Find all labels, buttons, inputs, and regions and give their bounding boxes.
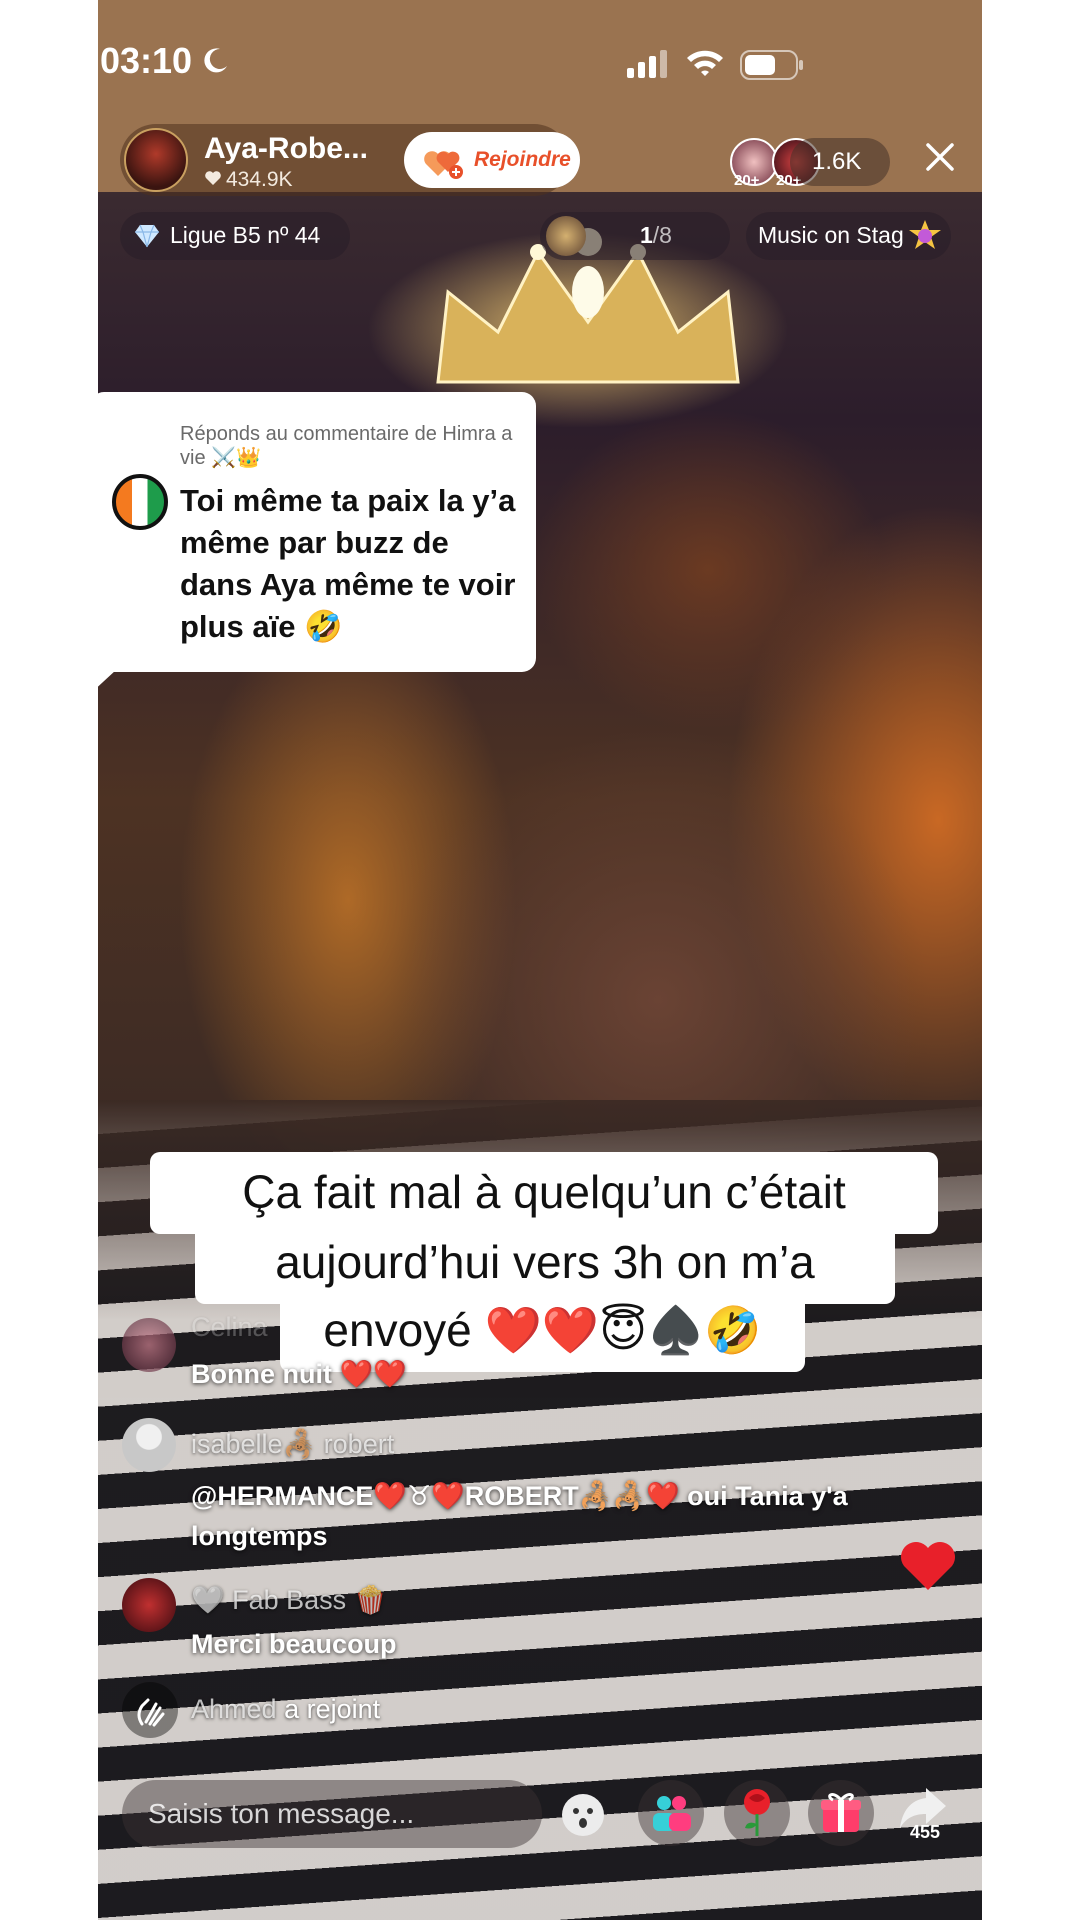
host-info-pill[interactable]: Aya-Robe... 434.9K Rejoindre	[120, 124, 580, 196]
rose-gift-button[interactable]	[724, 1780, 790, 1846]
rank-total: /8	[652, 222, 672, 248]
join-event-user: Ahmed	[191, 1694, 277, 1724]
chat-username[interactable]: isabelle🦂 robert	[191, 1428, 394, 1460]
viewer-count: 1.6K	[812, 148, 862, 175]
reply-comment-card[interactable]: Réponds au commentaire de Himra a vie ⚔️…	[90, 392, 536, 694]
gift-icon	[821, 1793, 861, 1832]
join-button[interactable]: Rejoindre	[404, 132, 580, 188]
chat-avatar[interactable]	[122, 1578, 176, 1632]
wifi-icon	[687, 50, 723, 76]
host-likes-row: 434.9K	[204, 168, 293, 192]
reply-text: Toi même ta paix la y’a même par buzz de…	[180, 483, 516, 644]
cellular-signal-icon	[627, 50, 667, 78]
waving-hand-icon	[137, 1698, 165, 1727]
chat-username[interactable]: Celina	[191, 1312, 268, 1343]
status-time: 03:10	[100, 40, 193, 81]
battery-icon	[740, 50, 803, 80]
multi-guest-button[interactable]	[638, 1780, 704, 1846]
moon-icon	[204, 48, 227, 73]
heart-icon	[205, 171, 221, 185]
viewer-count-pill[interactable]: 1.6K	[790, 138, 890, 186]
host-avatar[interactable]	[124, 128, 188, 192]
rank-current: 1	[640, 222, 653, 248]
league-pill[interactable]: Ligue B5 nº 44	[120, 212, 350, 260]
host-name: Aya-Robe...	[204, 132, 368, 165]
chat-message: Merci beaucoup	[191, 1629, 397, 1659]
music-stage-icon	[909, 220, 941, 249]
ranking-pill[interactable]: 1/8	[540, 212, 730, 260]
reply-context: Réponds au commentaire de Himra a vie ⚔️…	[180, 423, 513, 469]
ranking-thumbnail	[546, 216, 586, 256]
join-label: Rejoindre	[474, 148, 571, 171]
chat-username[interactable]: 🤍 Fab Bass 🍿	[191, 1584, 387, 1616]
league-label: Ligue B5 nº 44	[170, 222, 321, 248]
emoji-icon[interactable]	[560, 1792, 606, 1838]
floating-heart-icon	[901, 1542, 955, 1590]
commenter-avatar	[112, 474, 168, 530]
chat-avatar[interactable]	[122, 1418, 176, 1472]
join-event-text: Ahmed a rejoint	[191, 1694, 380, 1725]
rose-icon	[744, 1789, 770, 1836]
diamond-icon	[135, 224, 159, 248]
chat-message: @HERMANCE❤️♉❤️ROBERT🦂🦂❤️ oui Tania y'a l…	[191, 1481, 848, 1551]
join-event-action: a rejoint	[284, 1694, 381, 1724]
join-hearts-icon	[424, 151, 463, 179]
chat-message: Bonne nuit ❤️❤️	[191, 1359, 407, 1389]
gift-button[interactable]	[808, 1780, 874, 1846]
music-label: Music on Stag	[758, 222, 904, 248]
share-count: 455	[910, 1822, 941, 1842]
chat-avatar[interactable]	[122, 1318, 176, 1372]
music-on-stage-pill[interactable]: Music on Stag	[746, 212, 951, 260]
viewer-badge: 20+	[734, 172, 760, 189]
people-icon	[653, 1796, 691, 1831]
message-input[interactable]	[122, 1780, 542, 1848]
close-icon[interactable]	[925, 142, 955, 172]
host-likes-count: 434.9K	[226, 168, 293, 191]
